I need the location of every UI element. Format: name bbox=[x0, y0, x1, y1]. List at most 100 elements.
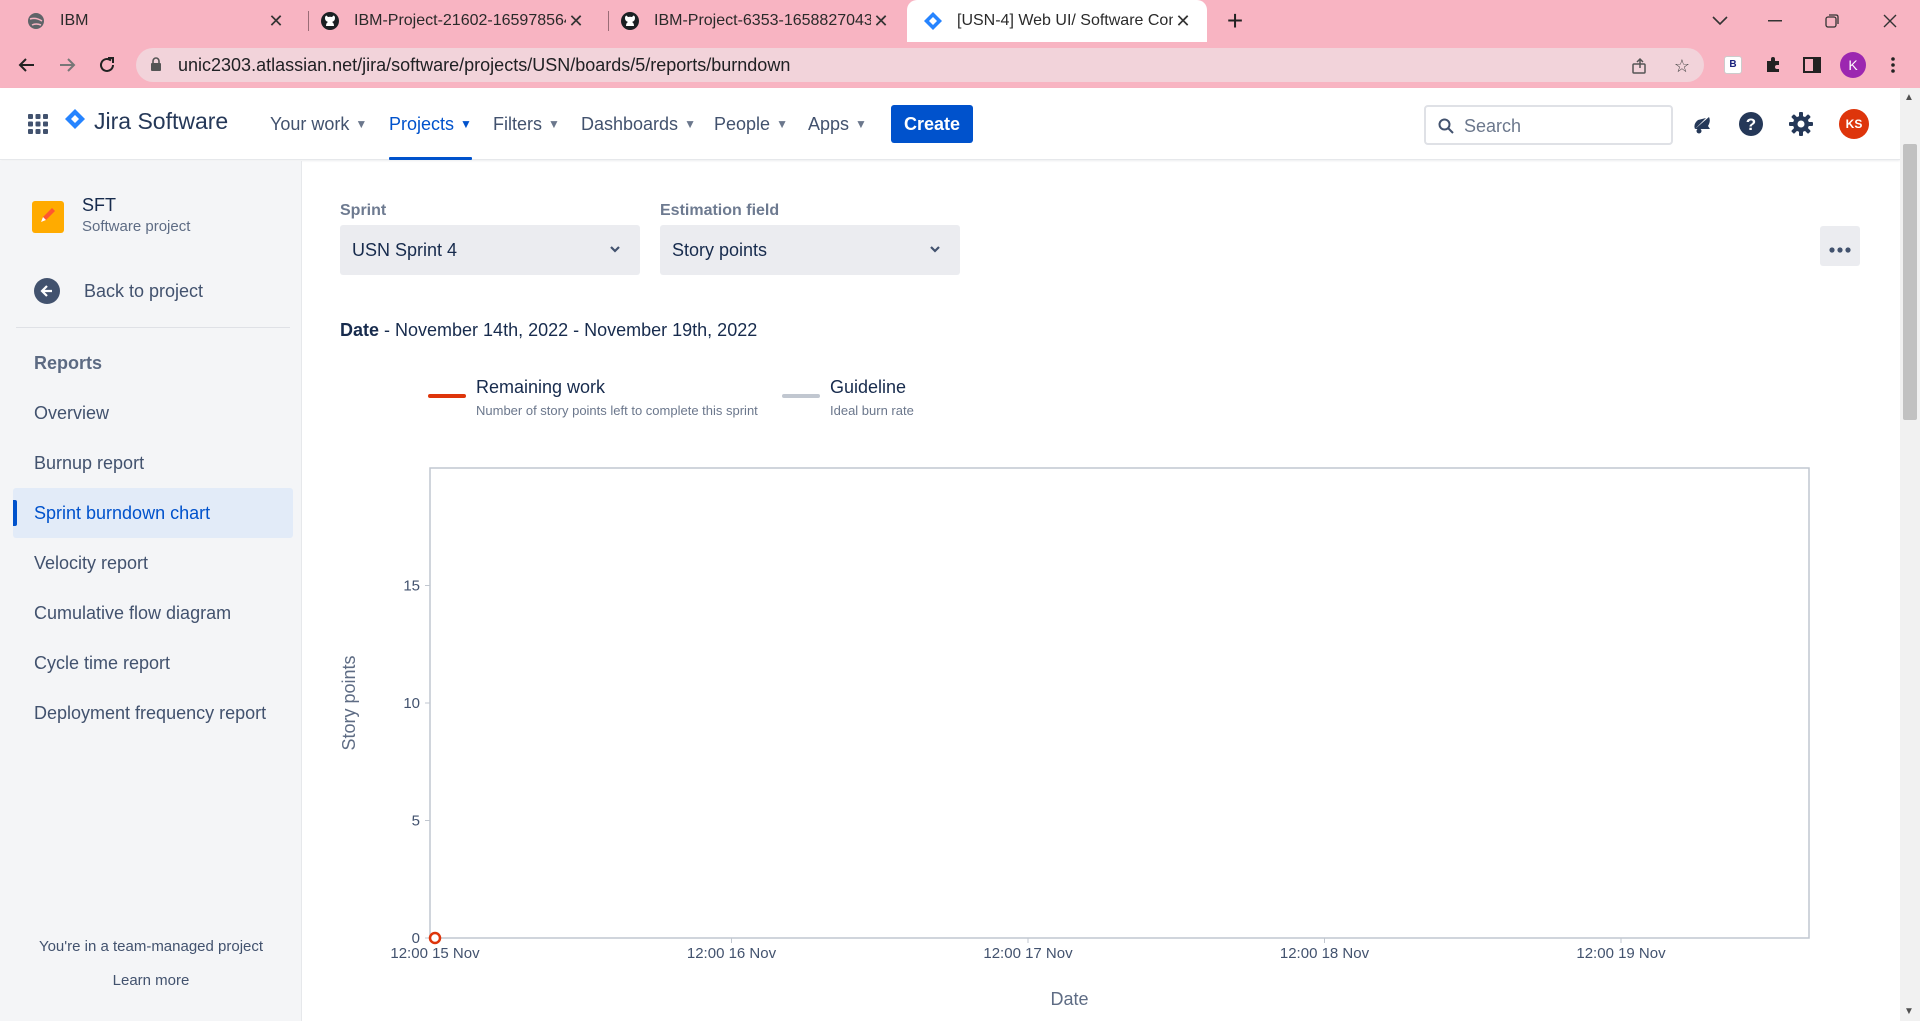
close-icon[interactable]: ✕ bbox=[871, 11, 891, 31]
sidebar-item-label: Burnup report bbox=[34, 452, 145, 473]
estimation-field-select[interactable]: Story points bbox=[660, 225, 960, 275]
nav-label: Apps bbox=[808, 113, 850, 134]
estimation-value: Story points bbox=[672, 239, 768, 260]
close-icon[interactable]: ✕ bbox=[266, 11, 286, 31]
jira-icon bbox=[923, 11, 943, 31]
date-range-value: - November 14th, 2022 - November 19th, 2… bbox=[379, 320, 758, 340]
chevron-down-icon: ▼ bbox=[776, 117, 788, 131]
back-label: Back to project bbox=[84, 280, 204, 301]
browser-tab[interactable]: IBM-Project-6353-1658827043/S ✕ bbox=[600, 0, 905, 42]
sidebar-item-label: Deployment frequency report bbox=[34, 702, 267, 723]
star-icon[interactable]: ☆ bbox=[1672, 56, 1692, 76]
search-icon bbox=[1438, 118, 1454, 139]
sidebar-item-label: Cycle time report bbox=[34, 652, 171, 673]
chevron-down-icon: ▼ bbox=[684, 117, 696, 131]
team-managed-note: You're in a team-managed project bbox=[38, 938, 264, 955]
side-panel-icon[interactable] bbox=[1801, 54, 1823, 76]
project-avatar bbox=[32, 201, 64, 233]
x-tick-label: 12:00 18 Nov bbox=[1280, 945, 1370, 962]
sidebar-item-label: Velocity report bbox=[34, 552, 149, 573]
nav-people[interactable]: People ▼ bbox=[714, 88, 788, 160]
sidebar-item-sprint-burndown-chart[interactable]: Sprint burndown chart bbox=[13, 488, 293, 538]
scroll-down-icon[interactable]: ▼ bbox=[1904, 1006, 1914, 1017]
x-tick-label: 12:00 19 Nov bbox=[1576, 945, 1666, 962]
window-close-icon[interactable] bbox=[1860, 0, 1920, 42]
back-to-project-link[interactable]: Back to project bbox=[34, 278, 203, 304]
sprint-select[interactable]: USN Sprint 4 bbox=[340, 225, 640, 275]
tab-title: IBM-Project-6353-1658827043/S bbox=[654, 12, 871, 29]
x-axis-label: Date bbox=[1050, 989, 1088, 1009]
tab-search-icon[interactable] bbox=[1690, 0, 1750, 42]
help-icon[interactable]: ? bbox=[1737, 110, 1765, 138]
x-tick-label: 12:00 16 Nov bbox=[687, 945, 777, 962]
browser-profile-avatar[interactable]: K bbox=[1840, 52, 1866, 78]
nav-dashboards[interactable]: Dashboards ▼ bbox=[581, 88, 696, 160]
notifications-icon[interactable] bbox=[1688, 110, 1716, 138]
puzzle-icon[interactable] bbox=[1762, 54, 1784, 76]
sidebar-item-deployment-frequency-report[interactable]: Deployment frequency report bbox=[13, 688, 293, 738]
github-icon bbox=[320, 11, 340, 31]
learn-more-link[interactable]: Learn more bbox=[0, 972, 302, 989]
browser-tab[interactable]: IBM ✕ bbox=[0, 0, 300, 42]
search-input[interactable] bbox=[1464, 115, 1664, 137]
globe-icon bbox=[26, 11, 46, 31]
tab-title: IBM bbox=[60, 12, 89, 29]
more-actions-button[interactable] bbox=[1820, 226, 1860, 266]
close-icon[interactable]: ✕ bbox=[1173, 11, 1193, 31]
y-tick-label: 10 bbox=[403, 695, 420, 712]
legend-title: Remaining work bbox=[476, 377, 606, 397]
share-icon[interactable] bbox=[1630, 56, 1650, 76]
app-switcher-icon[interactable] bbox=[28, 114, 48, 139]
project-type: Software project bbox=[82, 218, 191, 235]
chevron-down-icon: ▼ bbox=[548, 117, 560, 131]
sidebar-item-velocity-report[interactable]: Velocity report bbox=[13, 538, 293, 588]
legend-title: Guideline bbox=[830, 377, 907, 397]
nav-label: People bbox=[714, 113, 771, 134]
browser-tab[interactable]: IBM-Project-21602-1659785647/ ✕ bbox=[300, 0, 600, 42]
jira-logo[interactable]: Jira Software bbox=[64, 108, 228, 135]
sidebar-section-title: Reports bbox=[34, 353, 103, 373]
nav-filters[interactable]: Filters ▼ bbox=[493, 88, 560, 160]
sidebar-item-overview[interactable]: Overview bbox=[13, 388, 293, 438]
user-avatar[interactable]: KS bbox=[1839, 109, 1869, 139]
arrow-left-icon bbox=[34, 278, 60, 304]
sidebar-item-cumulative-flow-diagram[interactable]: Cumulative flow diagram bbox=[13, 588, 293, 638]
github-icon bbox=[620, 11, 640, 31]
project-name: SFT bbox=[82, 195, 116, 215]
chevron-down-icon: ▼ bbox=[355, 117, 368, 131]
nav-your-work[interactable]: Your work ▼ bbox=[270, 88, 367, 160]
svg-text:?: ? bbox=[1746, 115, 1756, 134]
back-arrow-icon[interactable] bbox=[12, 50, 42, 80]
project-header[interactable]: SFT Software project bbox=[32, 195, 190, 235]
burndown-chart: 05101512:00 15 Nov 12:00 16 Nov 12:00 17 N… bbox=[339, 467, 1810, 1009]
nav-label: Projects bbox=[389, 113, 455, 134]
nav-projects[interactable]: Projects ▼ bbox=[389, 88, 472, 160]
reload-icon[interactable] bbox=[92, 50, 122, 80]
extension-button[interactable]: B bbox=[1722, 54, 1744, 76]
search-box[interactable] bbox=[1424, 105, 1673, 145]
sidebar-item-label: Overview bbox=[34, 402, 110, 423]
minimize-icon[interactable] bbox=[1745, 0, 1805, 42]
sidebar-item-burnup-report[interactable]: Burnup report bbox=[13, 438, 293, 488]
new-tab-button[interactable]: + bbox=[1220, 6, 1250, 36]
close-icon[interactable]: ✕ bbox=[566, 11, 586, 31]
restore-icon[interactable] bbox=[1802, 0, 1862, 42]
chevron-down-icon bbox=[928, 241, 942, 262]
settings-gear-icon[interactable] bbox=[1787, 110, 1815, 138]
forward-arrow-icon[interactable] bbox=[52, 50, 82, 80]
nav-label: Dashboards bbox=[581, 113, 679, 134]
date-label: Date bbox=[340, 320, 380, 340]
kebab-menu-icon[interactable] bbox=[1882, 54, 1904, 76]
pencil-icon bbox=[38, 205, 58, 230]
scroll-up-icon[interactable]: ▲ bbox=[1904, 92, 1914, 103]
create-button[interactable]: Create bbox=[891, 105, 973, 143]
scrollbar-thumb[interactable] bbox=[1903, 144, 1917, 420]
nav-label: Your work bbox=[270, 113, 350, 134]
address-bar[interactable]: unic2303.atlassian.net/jira/software/pro… bbox=[136, 48, 1704, 82]
legend-swatch bbox=[782, 394, 820, 398]
browser-tab-active[interactable]: [USN-4] Web UI/ Software Conne ✕ bbox=[907, 0, 1207, 42]
sidebar-item-cycle-time-report[interactable]: Cycle time report bbox=[13, 638, 293, 688]
y-axis-label: Story points bbox=[339, 655, 359, 750]
nav-apps[interactable]: Apps ▼ bbox=[808, 88, 867, 160]
page-scrollbar[interactable]: ▲ ▼ bbox=[1900, 88, 1920, 1021]
